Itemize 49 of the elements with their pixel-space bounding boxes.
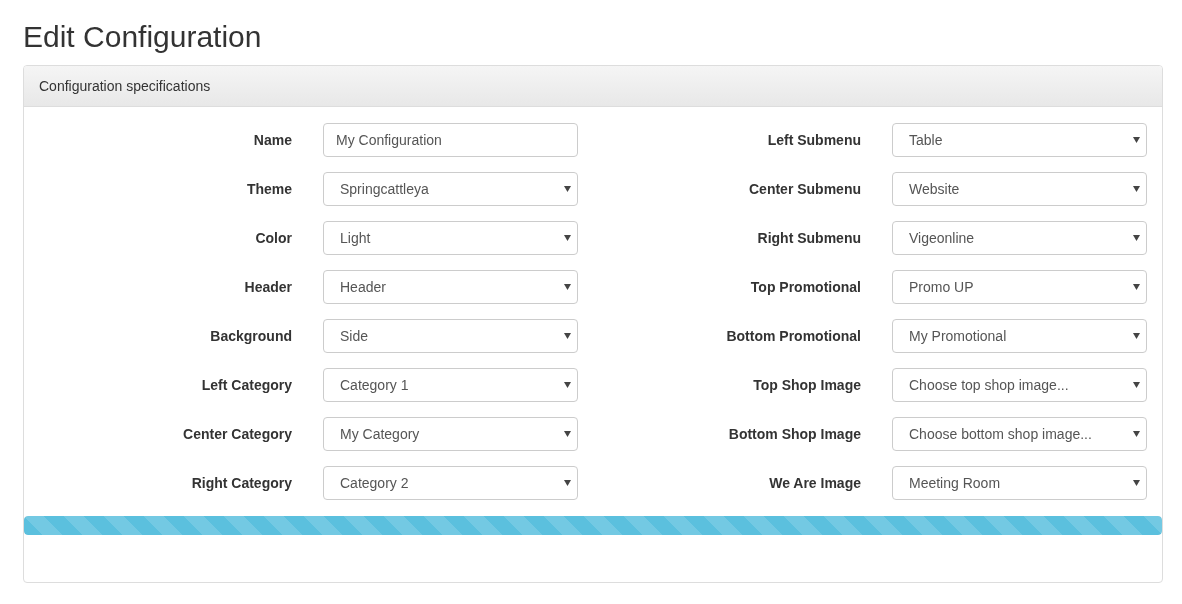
field-label: Background xyxy=(209,328,292,344)
caret-icon xyxy=(564,333,571,339)
field-label: Header xyxy=(243,279,292,295)
field-label: Center Submenu xyxy=(748,181,861,197)
panel-heading: Configuration specifications xyxy=(24,66,1162,107)
field-label: We Are Image xyxy=(768,475,861,491)
caret-icon xyxy=(1133,235,1140,241)
field-label: Name xyxy=(252,132,292,148)
field-label: Theme xyxy=(245,181,292,197)
dropdown-select[interactable]: Website xyxy=(892,172,1147,206)
caret-icon xyxy=(1133,480,1140,486)
dropdown-select[interactable]: My Category xyxy=(323,417,578,451)
field-label: Bottom Shop Image xyxy=(727,426,861,442)
dropdown-select[interactable]: Springcattleya xyxy=(323,172,578,206)
caret-icon xyxy=(564,480,571,486)
dropdown-select[interactable]: Category 1 xyxy=(323,368,578,402)
caret-icon xyxy=(564,382,571,388)
dropdown-select[interactable]: Promo UP xyxy=(892,270,1147,304)
field-label: Left Category xyxy=(200,377,292,393)
field-label: Color xyxy=(254,230,292,246)
dropdown-select[interactable]: My Promotional xyxy=(892,319,1147,353)
dropdown-select[interactable]: Header xyxy=(323,270,578,304)
dropdown-select[interactable]: Vigeonline xyxy=(892,221,1147,255)
caret-icon xyxy=(564,186,571,192)
text-field[interactable]: My Configuration xyxy=(323,123,578,157)
field-label: Right Category xyxy=(190,475,292,491)
caret-icon xyxy=(564,431,571,437)
field-label: Bottom Promotional xyxy=(725,328,861,344)
caret-icon xyxy=(1133,186,1140,192)
field-label: Center Category xyxy=(182,426,292,442)
dropdown-select[interactable]: Table xyxy=(892,123,1147,157)
page-title: Edit Configuration xyxy=(23,19,263,55)
dropdown-select[interactable]: Choose top shop image... xyxy=(892,368,1147,402)
dropdown-select[interactable]: Light xyxy=(323,221,578,255)
caret-icon xyxy=(564,235,571,241)
dropdown-select[interactable]: Side xyxy=(323,319,578,353)
caret-icon xyxy=(1133,333,1140,339)
field-label: Left Submenu xyxy=(766,132,861,148)
field-label: Right Submenu xyxy=(756,230,861,246)
caret-icon xyxy=(1133,137,1140,143)
dropdown-select[interactable]: Choose bottom shop image... xyxy=(892,417,1147,451)
caret-icon xyxy=(1133,431,1140,437)
field-label: Top Promotional xyxy=(749,279,861,295)
caret-icon xyxy=(1133,284,1140,290)
dropdown-select[interactable]: Meeting Room xyxy=(892,466,1147,500)
dropdown-select[interactable]: Category 2 xyxy=(323,466,578,500)
caret-icon xyxy=(564,284,571,290)
field-label: Top Shop Image xyxy=(752,377,861,393)
caret-icon xyxy=(1133,382,1140,388)
